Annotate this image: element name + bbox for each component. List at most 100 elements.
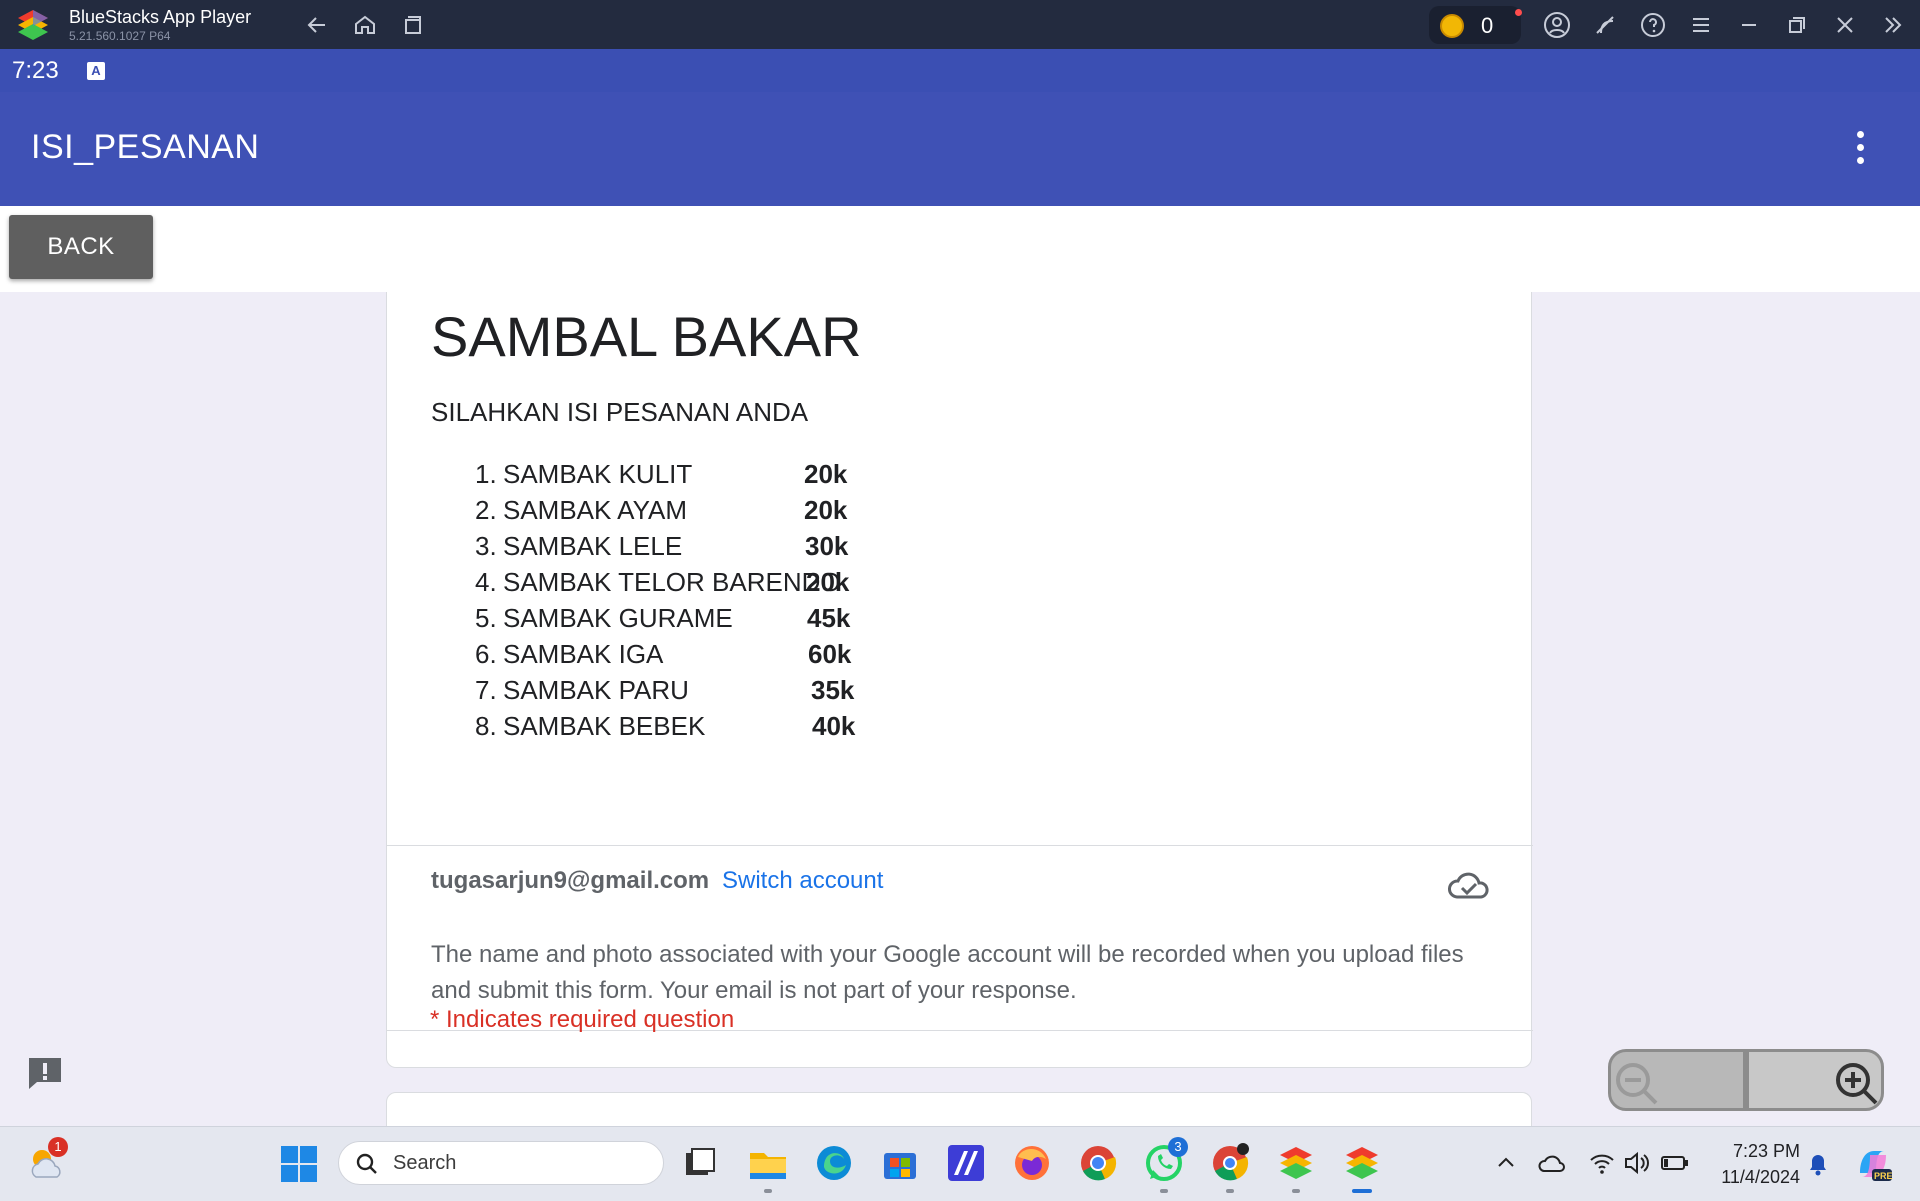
clock-date[interactable]: 11/4/2024	[1700, 1167, 1800, 1188]
menu-item-number: 1.	[475, 459, 497, 489]
page-title: ISI_PESANAN	[31, 128, 260, 166]
menu-item: 5. SAMBAK GURAME 45k	[475, 603, 975, 639]
microsoft-store-icon[interactable]	[880, 1143, 920, 1183]
copilot-label: PRE	[1874, 1171, 1893, 1181]
windows-start-icon[interactable]	[280, 1145, 318, 1183]
cloud-saved-icon	[1448, 872, 1489, 899]
chrome-icon[interactable]	[1078, 1143, 1118, 1183]
search-icon	[356, 1153, 377, 1174]
app-title: BlueStacks App Player	[69, 7, 252, 27]
menu-item-price: 20k	[804, 459, 848, 489]
next-question-card	[386, 1092, 1532, 1126]
bluestacks-active-icon[interactable]	[1342, 1143, 1382, 1183]
weather-badge: 1	[48, 1137, 68, 1157]
menu-item-name: SAMBAK AYAM	[503, 495, 687, 525]
menu-item-price: 60k	[808, 639, 852, 669]
form-subtitle: SILAHKAN ISI PESANAN ANDA	[431, 397, 809, 427]
menu-item-price: 45k	[807, 603, 851, 633]
menu-item-name: SAMBAK PARU	[503, 675, 689, 705]
taskbar-search-input[interactable]: Search	[338, 1141, 664, 1185]
zoom-out-icon	[1616, 1063, 1658, 1105]
feedback-icon[interactable]	[26, 1055, 64, 1091]
battery-icon[interactable]	[1660, 1149, 1690, 1177]
menu-item-price: 35k	[811, 675, 855, 705]
windows-taskbar: 1 Search 3 7:23 PM 11/4/2024 PRE	[0, 1126, 1920, 1201]
menu-item: 3. SAMBAK LELE 30k	[475, 531, 975, 567]
privacy-note: The name and photo associated with your …	[431, 941, 1464, 1004]
zoom-in-button[interactable]	[1746, 1049, 1884, 1111]
recent-apps-icon[interactable]	[398, 10, 428, 40]
edge-browser-icon[interactable]	[814, 1143, 854, 1183]
bluestacks-title-bar: BlueStacks App Player 5.21.560.1027 P64 …	[0, 0, 1920, 49]
form-header-card: SAMBAL BAKAR SILAHKAN ISI PESANAN ANDA 1…	[386, 292, 1533, 1068]
android-screen: 7:23 A ISI_PESANAN BACK SAMBAL BAKAR SIL…	[0, 49, 1920, 1126]
menu-item-price: 20k	[806, 567, 850, 597]
menu-item: 2. SAMBAK AYAM 20k	[475, 495, 975, 531]
account-icon[interactable]	[1542, 10, 1572, 40]
menu-item: 4. SAMBAK TELOR BARENDO 20k	[475, 567, 975, 603]
back-bar: BACK	[0, 206, 1920, 292]
whatsapp-badge: 3	[1168, 1137, 1188, 1157]
menu-item-price: 40k	[812, 711, 856, 741]
bluestacks-x-icon[interactable]	[1276, 1143, 1316, 1183]
menu-item-name: SAMBAK KULIT	[503, 459, 693, 489]
zoom-out-button[interactable]	[1608, 1049, 1746, 1111]
copilot-button[interactable]: PRE	[1852, 1143, 1894, 1185]
back-arrow-icon[interactable]	[302, 10, 332, 40]
coin-count: 0	[1481, 13, 1494, 38]
collapse-sidebar-icon[interactable]	[1878, 10, 1908, 40]
wifi-icon[interactable]	[1588, 1149, 1616, 1177]
back-button[interactable]: BACK	[9, 215, 153, 279]
file-explorer-icon[interactable]	[748, 1143, 788, 1183]
required-note: * Indicates required question	[430, 1006, 735, 1033]
overflow-menu-icon[interactable]	[1846, 122, 1874, 172]
notification-bell-icon[interactable]	[1806, 1151, 1830, 1177]
running-indicator	[1226, 1189, 1234, 1193]
close-icon[interactable]	[1830, 10, 1860, 40]
menu-item: 6. SAMBAK IGA 60k	[475, 639, 975, 675]
zoom-in-icon	[1836, 1063, 1878, 1105]
chrome-profile-icon[interactable]	[1210, 1143, 1250, 1183]
onedrive-icon[interactable]	[1538, 1149, 1566, 1177]
coin-counter[interactable]: 0	[1429, 6, 1522, 44]
menu-item-name: SAMBAK TELOR BARENDO	[503, 567, 841, 597]
clock-time[interactable]: 7:23 PM	[1700, 1141, 1800, 1162]
task-view-icon[interactable]	[682, 1145, 718, 1181]
menu-item-number: 6.	[475, 639, 497, 669]
search-label: Search	[393, 1152, 457, 1174]
menu-item-price: 30k	[805, 531, 849, 561]
menu-item-number: 2.	[475, 495, 497, 525]
menu-icon[interactable]	[1686, 10, 1716, 40]
firefox-icon[interactable]	[1012, 1143, 1052, 1183]
menu-item-number: 8.	[475, 711, 497, 741]
divider	[387, 845, 1533, 846]
menu-item-number: 3.	[475, 531, 497, 561]
eco-mode-icon[interactable]	[1590, 10, 1620, 40]
ms-editor-icon[interactable]	[946, 1143, 986, 1183]
notification-app-icon: A	[87, 62, 105, 80]
home-icon[interactable]	[350, 10, 380, 40]
account-email: tugasarjun9@gmail.com	[431, 867, 710, 894]
menu-item-name: SAMBAK LELE	[503, 531, 683, 561]
android-status-bar: 7:23 A	[0, 49, 1920, 92]
menu-list: 1. SAMBAK KULIT 20k 2. SAMBAK AYAM 20k 3. SAMBA…	[475, 459, 975, 747]
menu-item-number: 7.	[475, 675, 497, 705]
whatsapp-app[interactable]: 3	[1144, 1137, 1188, 1183]
active-indicator	[1352, 1189, 1372, 1193]
form-title: SAMBAL BAKAR	[431, 305, 862, 368]
volume-icon[interactable]	[1622, 1149, 1650, 1177]
app-bar: ISI_PESANAN	[0, 92, 1920, 206]
menu-item: 8. SAMBAK BEBEK 40k	[475, 711, 975, 747]
menu-item: 1. SAMBAK KULIT 20k	[475, 459, 975, 495]
switch-account-link[interactable]: Switch account	[722, 867, 883, 895]
restore-icon[interactable]	[1782, 10, 1812, 40]
running-indicator	[1292, 1189, 1300, 1193]
menu-item-name: SAMBAK IGA	[503, 639, 664, 669]
menu-item-name: SAMBAK GURAME	[503, 603, 733, 633]
chevron-up-icon[interactable]	[1494, 1151, 1518, 1175]
help-icon[interactable]	[1638, 10, 1668, 40]
menu-item-number: 4.	[475, 567, 497, 597]
minimize-icon[interactable]	[1734, 10, 1764, 40]
weather-widget[interactable]: 1	[26, 1137, 70, 1185]
notification-dot	[1515, 9, 1522, 16]
